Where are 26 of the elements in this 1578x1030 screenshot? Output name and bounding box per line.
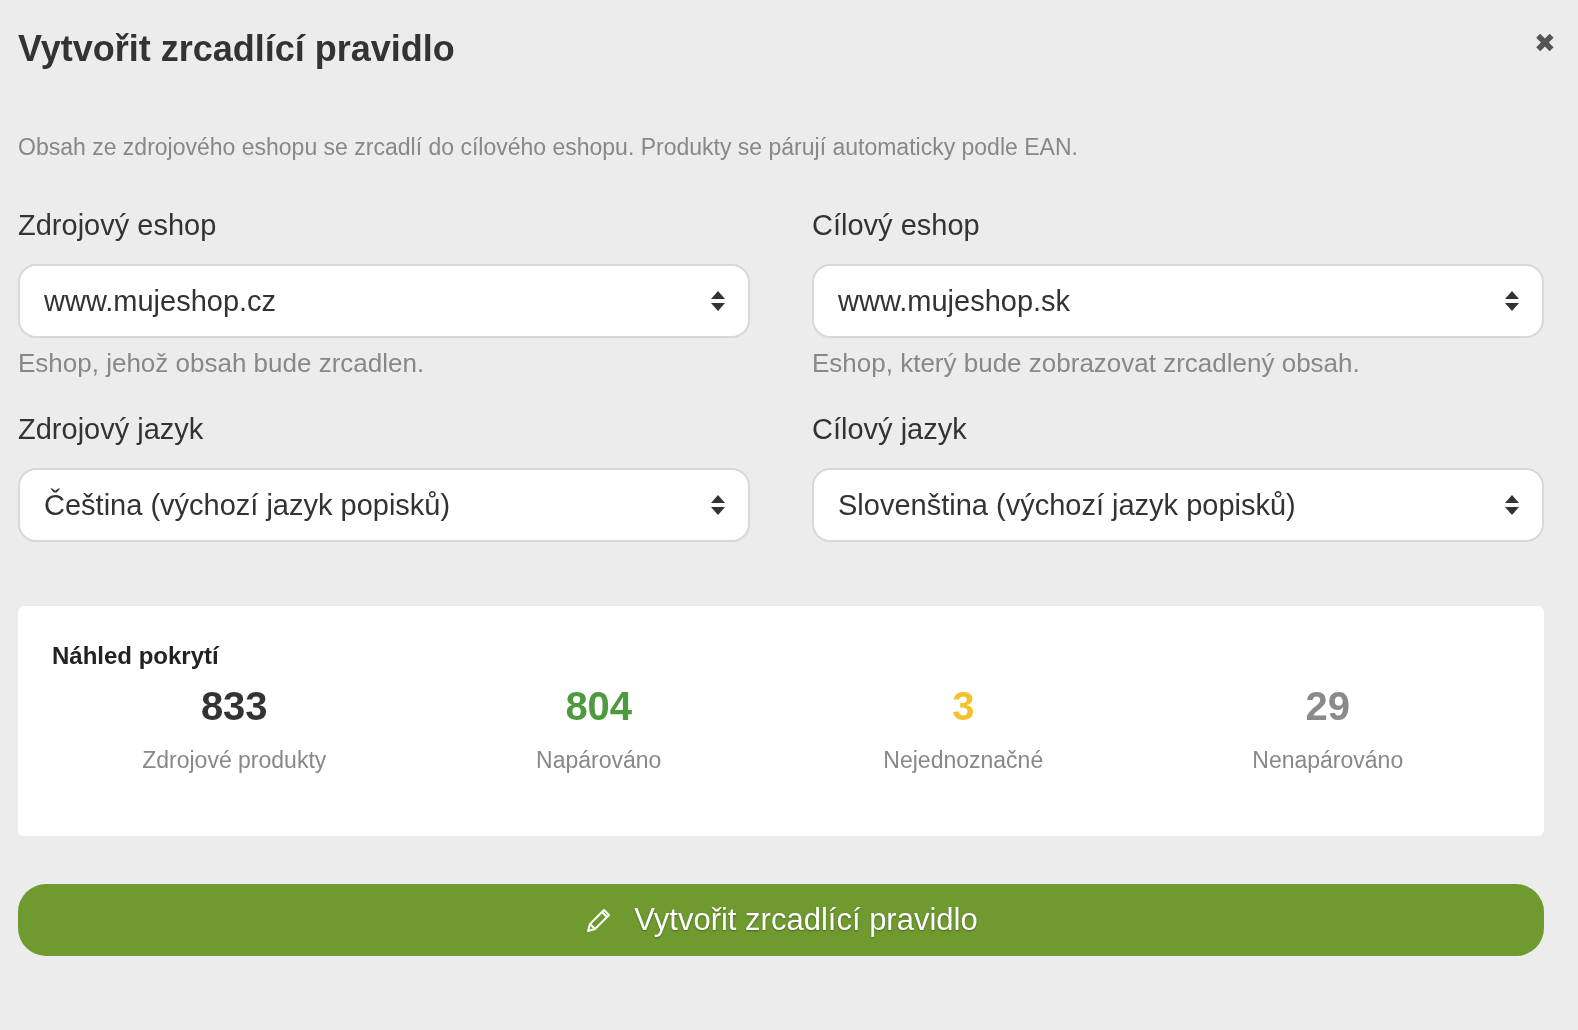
- sort-arrows-icon: [1504, 290, 1520, 312]
- stat-value: 29: [1305, 684, 1350, 729]
- stat-label: Zdrojové produkty: [142, 747, 327, 774]
- field-label: Zdrojový jazyk: [18, 413, 205, 446]
- select-field[interactable]: www.mujeshop.sk: [812, 264, 1544, 338]
- sort-arrows-icon: [710, 290, 726, 312]
- description: Obsah ze zdrojového eshopu se zrcadlí do cílového eshopu. Produkty se párují automaticky podle EAN.: [18, 134, 1079, 161]
- dialog-title: Vytvořit zrcadlící pravidlo: [18, 28, 455, 70]
- field-label: Cílový eshop: [812, 209, 981, 242]
- select-field[interactable]: Čeština (výchozí jazyk popisků): [18, 468, 750, 542]
- stat-label: Napárováno: [536, 747, 662, 774]
- stat-value: 833: [200, 684, 268, 729]
- close-button[interactable]: ✖: [1534, 28, 1556, 59]
- field-hint: Eshop, jehož obsah bude zrcadlen.: [18, 348, 426, 379]
- field-label: Zdrojový eshop: [18, 209, 218, 242]
- select-field[interactable]: www.mujeshop.cz: [18, 264, 750, 338]
- card-title: Náhled pokrytí: [52, 642, 221, 670]
- stat-value: 804: [565, 684, 633, 729]
- stat-label: Nejednoznačné: [883, 747, 1044, 774]
- stat-value: 3: [952, 684, 975, 729]
- sort-arrows-icon: [1504, 494, 1520, 516]
- field-label: Cílový jazyk: [812, 413, 968, 446]
- select-field[interactable]: Slovenština (výchozí jazyk popisků): [812, 468, 1544, 542]
- sort-arrows-icon: [710, 494, 726, 516]
- field-hint: Eshop, který bude zobrazovat zrcadlený obsah.: [812, 348, 1361, 379]
- stat-label: Nenapárováno: [1252, 747, 1404, 774]
